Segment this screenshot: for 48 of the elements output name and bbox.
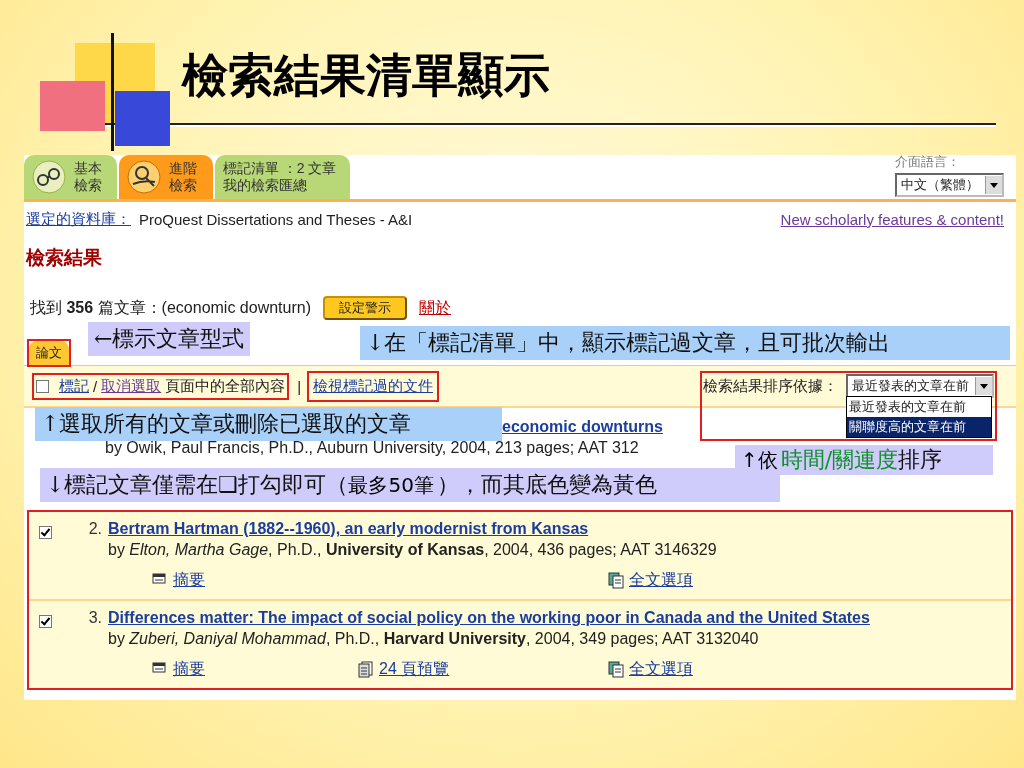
result-byline: by Owik, Paul Francis, Ph.D., Auburn University, 2004, 213 pages; AAT 312 [105,439,639,457]
dropdown-option[interactable]: 最近發表的文章在前 [847,397,991,417]
search-tab[interactable]: 基本檢索 [24,155,118,199]
result-title-link[interactable]: Differences matter: The impact of social policy on the working poor in Canada and the United States [108,609,1011,627]
sort-label: 檢索結果排序依據： [703,376,838,396]
result-number: 2. [87,520,103,538]
result-link[interactable]: 24 頁預覽 [379,658,450,680]
scope-text: 頁面中的全部內容 [165,376,286,396]
separator-text: | [297,377,302,395]
language-label: 介面語言： [895,153,960,171]
result-title-link[interactable]: economic downturns [502,418,663,436]
dropdown-option[interactable]: 關聯度高的文章在前 [847,417,991,437]
checkbox[interactable] [36,379,49,393]
slide-title: 檢索結果清單顯示 [182,47,550,104]
document-type-tag: 論文 [29,341,69,365]
news-link[interactable]: New scholarly features & content! [780,210,1004,228]
view-marked-link[interactable]: 檢視標記過的文件 [313,376,434,396]
separator-text: / [93,377,98,395]
about-link[interactable]: 關於 [419,297,451,319]
result-number: 3. [87,609,103,627]
result-byline: by Elton, Martha Gage, Ph.D., University of Kansas, 2004, 436 pages; AAT 3146329 [108,541,718,559]
annotation-callout: ←標示文章型式 [88,322,251,356]
database-link[interactable]: 選定的資料庫： [26,209,131,229]
result-byline: by Zuberi, Daniyal Mohammad, Ph.D., Harvard University, 2004, 349 pages; AAT 3132040 [108,630,760,648]
unselect-link[interactable]: 取消選取 [101,376,162,396]
result-link[interactable]: 摘要 [173,569,205,591]
database-name: ProQuest Dissertations and Theses - A&I [139,210,413,228]
annotation-callout: ↑選取所有的文章或刪除已選取的文章 [35,407,502,441]
result-link[interactable]: 全文選項 [629,569,693,591]
documents-icon [608,571,624,589]
language-select[interactable]: 中文（繁體） [895,173,1004,197]
glasses-icon [32,160,66,194]
result-count-text: 找到 356 篇文章：(economic downturn) [30,297,311,318]
checkbox[interactable] [39,526,52,539]
annotation-callout: ↑依 時間/關連度排序 [735,445,993,475]
result-title-link[interactable]: Bertram Hartman (1882--1960), an early modernist from Kansas [108,520,1011,538]
set-alert-button[interactable]: 設定警示 [323,296,407,320]
annotation-callout: ↓在「標記清單」中，顯示標記過文章，且可批次輸出 [360,326,1010,360]
result-link[interactable]: 摘要 [173,658,205,680]
pages-icon [358,660,374,678]
checkbox[interactable] [39,615,52,628]
results-heading: 檢索結果 [24,245,103,270]
documents-icon [608,660,624,678]
result-link[interactable]: 全文選項 [629,658,693,680]
search-tab[interactable]: 標記清單 ：2 文章 我的檢索匯總 [214,155,351,199]
search-tab[interactable]: 進階檢索 [119,155,213,199]
mark-all-link[interactable]: 標記 [59,376,89,396]
magnifier-icon [127,160,162,194]
